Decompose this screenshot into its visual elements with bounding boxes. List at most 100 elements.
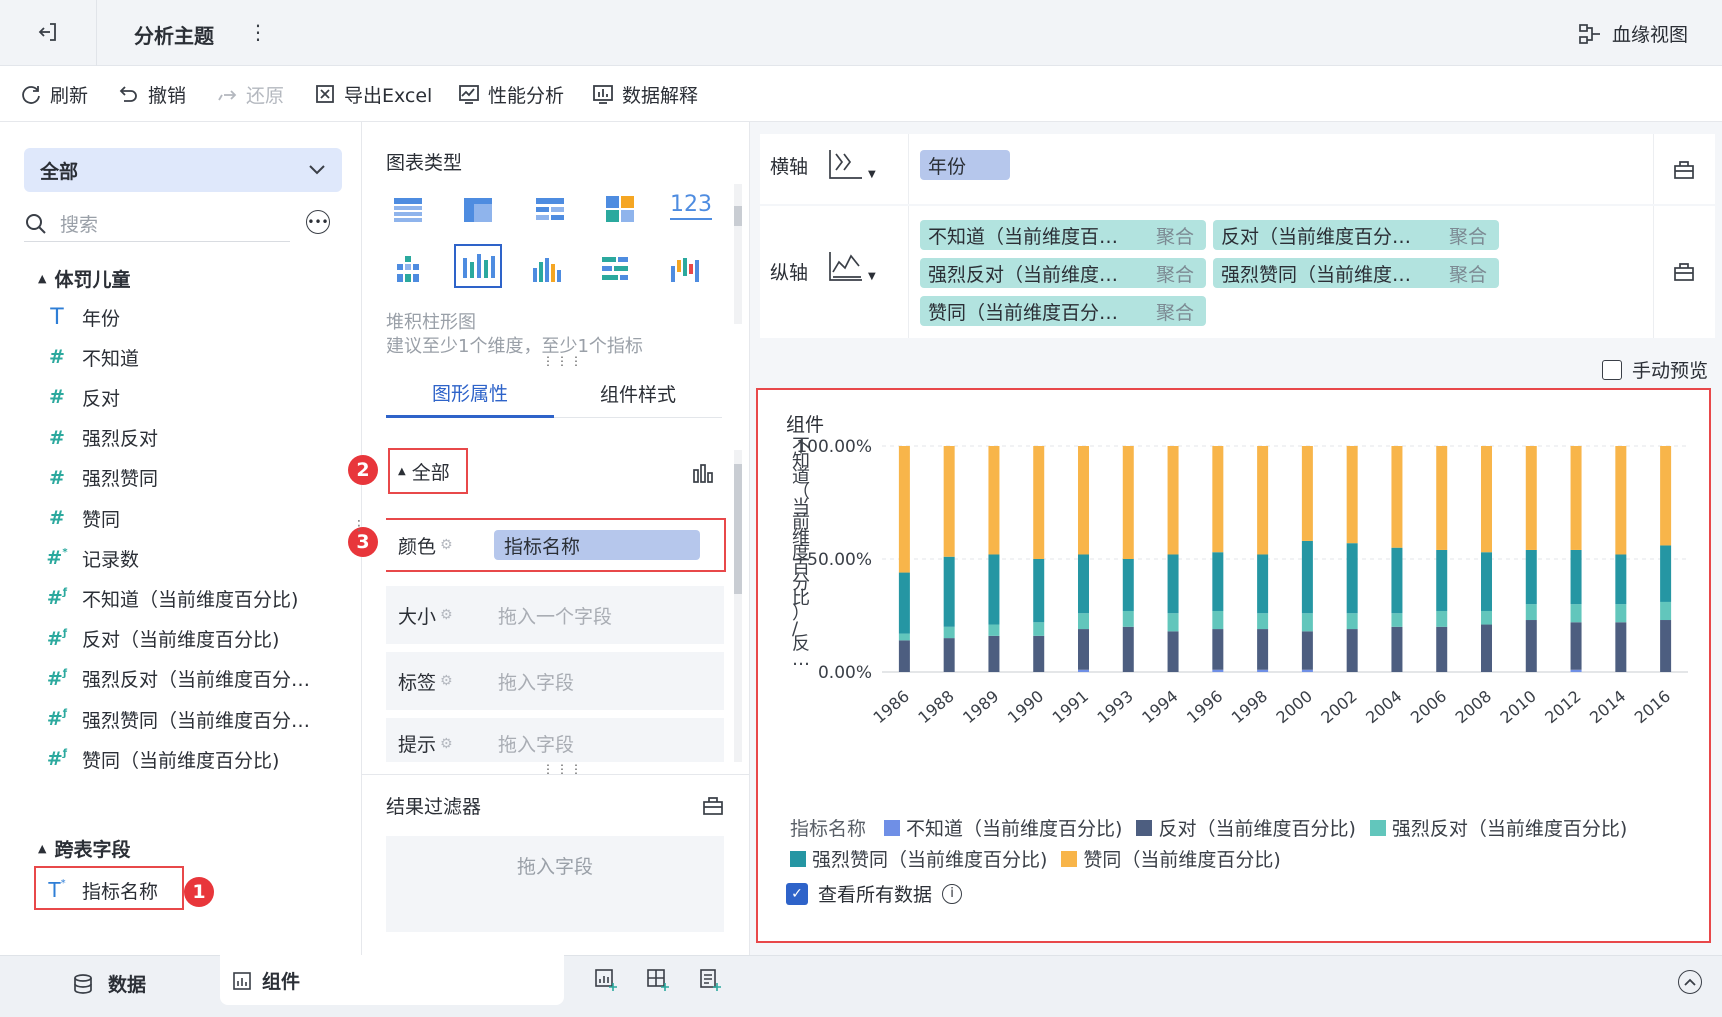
field-item[interactable]: T 年份 — [46, 302, 120, 332]
y-field-pill-agree[interactable]: 赞同（当前维度百分… 聚合 — [920, 296, 1206, 326]
x-tick-label: 1986 — [870, 687, 913, 728]
filter-drop-zone[interactable]: 拖入字段 — [386, 836, 724, 932]
y-axis-type-icon[interactable]: ▼ — [828, 250, 876, 282]
detail-table-icon[interactable] — [392, 196, 424, 224]
tooltip-slot[interactable]: 提示 ⚙ 拖入字段 — [386, 718, 724, 762]
legend-item[interactable]: 反对（当前维度百分比) — [1136, 814, 1356, 841]
bar-segment — [1391, 446, 1403, 548]
data-explain-icon — [593, 85, 613, 104]
bar-segment — [898, 572, 910, 634]
bar-segment — [1167, 554, 1179, 614]
field-item[interactable]: # 强烈反对 — [46, 423, 158, 453]
y-axis-settings-icon[interactable] — [1673, 260, 1695, 282]
add-report-icon[interactable] — [698, 968, 722, 992]
number-indicator-icon[interactable]: 123 — [670, 192, 712, 220]
gear-icon[interactable]: ⚙ — [440, 673, 453, 689]
export-excel-button[interactable]: 导出Excel — [314, 80, 432, 108]
field-item[interactable]: # ƒ 强烈赞同（当前维度百分… — [46, 704, 310, 734]
field-item[interactable]: # ƒ 赞同（当前维度百分比) — [46, 744, 280, 774]
bar-chart-icon[interactable] — [600, 254, 632, 284]
y-field-pill-unknown[interactable]: 不知道（当前维度百… 聚合 — [920, 220, 1206, 250]
group-header-cross-table[interactable]: ▲ 跨表字段 — [38, 835, 130, 862]
field-item[interactable]: # 不知道 — [46, 342, 139, 372]
x-axis-field-pill[interactable]: 年份 — [920, 150, 1010, 180]
tip-label: 提示 — [398, 734, 437, 756]
more-menu-icon[interactable]: ⋮ — [248, 20, 268, 44]
x-tick-label: 1989 — [959, 687, 1002, 728]
all-marks-toggle[interactable]: ▲ 全部 — [398, 458, 450, 485]
bar-segment — [1436, 610, 1448, 627]
chart-hint: 建议至少1个维度，至少1个指标 — [386, 336, 643, 357]
stacked-column-icon[interactable] — [454, 244, 502, 288]
search-box[interactable]: 搜索 — [24, 206, 290, 242]
size-slot[interactable]: 大小 ⚙ 拖入一个字段 — [386, 586, 724, 644]
mark-type-icon[interactable] — [692, 462, 714, 484]
add-filter-component-icon[interactable] — [646, 968, 670, 992]
data-explain-button[interactable]: 数据解释 — [592, 80, 698, 108]
manual-preview-checkbox[interactable] — [1602, 359, 1622, 380]
bar-segment — [1615, 622, 1627, 672]
x-axis-type-icon[interactable]: ▼ — [828, 148, 876, 180]
collapse-up-icon[interactable] — [1678, 970, 1702, 994]
legend-item[interactable]: 强烈赞同（当前维度百分比) — [790, 845, 1047, 872]
kpi-card-icon[interactable] — [604, 194, 636, 224]
label-slot[interactable]: 标签 ⚙ 拖入字段 — [386, 652, 724, 710]
info-icon[interactable]: i — [942, 883, 963, 904]
refresh-button[interactable]: 刷新 — [20, 80, 88, 108]
legend-item[interactable]: 不知道（当前维度百分比) — [884, 814, 1122, 841]
bottom-bar: 数据 组件 — [0, 955, 1722, 1017]
lineage-icon — [1579, 23, 1600, 44]
x-tick-label: 1993 — [1093, 687, 1136, 728]
redo-button[interactable]: 还原 — [216, 80, 284, 108]
y-field-pill-strongly-oppose[interactable]: 强烈反对（当前维度… 聚合 — [920, 258, 1206, 288]
field-item[interactable]: # ƒ 反对（当前维度百分比) — [46, 624, 280, 654]
performance-analysis-button[interactable]: 性能分析 — [458, 80, 564, 108]
gear-icon[interactable]: ⚙ — [440, 537, 453, 553]
tab-component-style[interactable]: 组件样式 — [554, 370, 722, 418]
exit-icon[interactable] — [36, 20, 60, 44]
properties-scrollbar[interactable] — [734, 450, 742, 762]
column-chart-icon[interactable] — [530, 254, 562, 284]
field-item[interactable]: # 赞同 — [46, 503, 120, 533]
manual-preview-toggle[interactable]: 手动预览 — [1602, 356, 1708, 383]
field-item[interactable]: # ƒ 强烈反对（当前维度百分… — [46, 664, 310, 694]
bar-segment — [1481, 624, 1492, 672]
more-options-icon[interactable]: ••• — [306, 210, 330, 234]
field-item[interactable]: # * 记录数 — [46, 543, 139, 573]
undo-button[interactable]: 撤销 — [118, 80, 186, 108]
x-tick-label: 2004 — [1362, 687, 1405, 728]
bar-segment — [1212, 629, 1224, 670]
gear-icon[interactable]: ⚙ — [440, 736, 453, 752]
view-all-checkbox[interactable]: ✓ — [786, 882, 808, 905]
legend-item[interactable]: 强烈反对（当前维度百分比) — [1369, 814, 1627, 841]
y-field-pill-oppose[interactable]: 反对（当前维度百分… 聚合 — [1213, 220, 1499, 250]
color-slot[interactable]: 颜色 ⚙ 指标名称 — [386, 520, 724, 570]
panel-collapse-handle[interactable]: ⋮ — [352, 518, 366, 534]
tab-data[interactable]: 数据 — [72, 970, 146, 997]
tab-component[interactable]: 组件 — [220, 955, 564, 1005]
legend-swatch — [1136, 819, 1153, 836]
tab-graphic-properties[interactable]: 图形属性 — [386, 370, 554, 418]
field-item[interactable]: # 强烈赞同 — [46, 463, 158, 493]
group-table-icon[interactable] — [462, 196, 494, 224]
filter-settings-icon[interactable] — [702, 794, 724, 816]
legend-label: 不知道（当前维度百分比) — [906, 818, 1123, 840]
resize-handle-icon[interactable]: ⋮⋮⋮ — [542, 354, 584, 368]
gear-icon[interactable]: ⚙ — [440, 607, 453, 623]
search-input[interactable]: 搜索 — [60, 210, 98, 237]
cross-table-icon[interactable] — [534, 196, 566, 224]
field-item[interactable]: # ƒ 不知道（当前维度百分比) — [46, 583, 299, 613]
waterfall-chart-icon[interactable] — [668, 254, 700, 284]
y-field-pill-strongly-agree[interactable]: 强烈赞同（当前维度… 聚合 — [1213, 258, 1499, 288]
x-axis-settings-icon[interactable] — [1673, 158, 1695, 180]
chart-type-scrollbar[interactable] — [734, 184, 742, 324]
group-header-corporal-punishment[interactable]: ▲ 体罚儿童 — [38, 265, 130, 292]
bubble-grid-icon[interactable] — [392, 254, 424, 284]
legend-item[interactable]: 赞同（当前维度百分比) — [1061, 845, 1281, 872]
view-all-data-toggle[interactable]: ✓ 查看所有数据 i — [786, 880, 963, 907]
table-select-dropdown[interactable]: 全部 — [24, 148, 342, 192]
field-item[interactable]: # 反对 — [46, 382, 120, 412]
add-component-icon[interactable] — [594, 968, 618, 992]
color-field-pill[interactable]: 指标名称 — [494, 530, 700, 560]
lineage-view-button[interactable]: 血缘视图 — [1578, 20, 1688, 47]
